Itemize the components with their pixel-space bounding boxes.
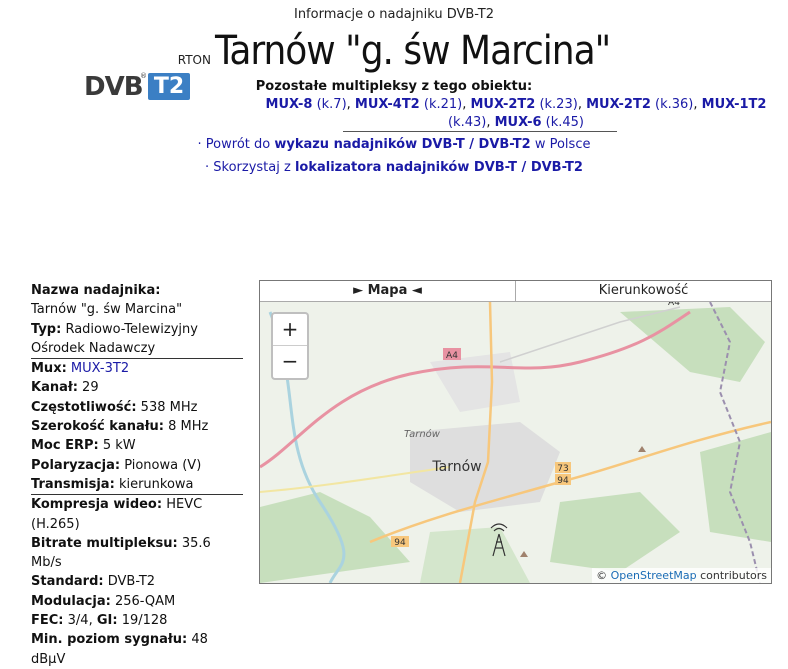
road-label-94b: 94 [394, 538, 406, 548]
transmitter-locator-link[interactable]: lokalizatora nadajników DVB-T / DVB-T2 [295, 160, 583, 175]
mux-row: Mux: MUX-3T2 [31, 361, 130, 377]
compression-row: Kompresja wideo: HEVC (H.265) [31, 497, 203, 532]
other-muxes-list: MUX-8 (k.7), MUX-4T2 (k.21), MUX-2T2 (k.… [265, 97, 767, 130]
map-zoom-control: + − [271, 312, 309, 380]
locator-line: · Skorzystaj z lokalizatora nadajników D… [205, 160, 583, 175]
map-canvas[interactable]: A4 A4 Tarnów Tarnów 73 94 94 [260, 302, 771, 583]
standard-row: Standard: DVB-T2 [31, 574, 156, 590]
page-title: Tarnów "g. św Marcina" [214, 28, 611, 74]
mux-value-link[interactable]: MUX-3T2 [71, 361, 129, 376]
map-label-city: Tarnów [431, 459, 481, 475]
map-widget: ► Mapa ◄ Kierunkowość A4 A4 Tarnów Tarnó… [259, 280, 772, 584]
transmission-row: Transmisja: kierunkowa [31, 476, 194, 492]
mux-link[interactable]: MUX-4T2 (k.21) [355, 97, 462, 112]
road-label-a4: A4 [446, 351, 458, 361]
map-attribution: © OpenStreetMap contributors [592, 568, 771, 583]
page-subtitle: Informacje o nadajniku DVB-T2 [293, 7, 494, 22]
other-muxes-heading: Pozostałe multipleksy z tego obiektu: [255, 79, 533, 94]
channel-row: Kanał: 29 [31, 380, 99, 396]
tab-map[interactable]: ► Mapa ◄ [260, 281, 516, 301]
type-row: Typ: Radiowo-Telewizyjny Ośrodek Nadawcz… [31, 321, 198, 356]
road-label-73: 73 [557, 464, 568, 474]
min-signal-row: Min. poziom sygnału: 48 dBµV [31, 632, 208, 667]
fec-gi-row: FEC: 3/4, GI: 19/128 [31, 613, 168, 629]
mux-link[interactable]: MUX-2T2 (k.23) [471, 97, 578, 112]
erp-row: Moc ERP: 5 kW [31, 438, 136, 454]
transmitter-type-prefix: RTON [177, 53, 211, 67]
map-tabs: ► Mapa ◄ Kierunkowość [260, 281, 771, 302]
transmitter-list-link[interactable]: wykazu nadajników DVB-T / DVB-T2 [274, 137, 530, 152]
mux-link[interactable]: MUX-6 (k.45) [495, 115, 584, 130]
road-label-a4-2: A4 [668, 302, 680, 308]
zoom-out-button[interactable]: − [273, 346, 307, 377]
page-title-row: RTON Tarnów "g. św Marcina" [0, 28, 788, 74]
frequency-row: Częstotliwość: 538 MHz [31, 399, 198, 415]
polarization-row: Polaryzacja: Pionowa (V) [31, 457, 202, 473]
mux-link[interactable]: MUX-2T2 (k.36) [586, 97, 693, 112]
channel-width-row: Szerokość kanału: 8 MHz [31, 419, 209, 435]
road-label-94a: 94 [557, 476, 569, 486]
mux-link[interactable]: MUX-8 (k.7) [266, 97, 347, 112]
header-divider [343, 131, 617, 132]
map-label-small-city: Tarnów [404, 428, 441, 440]
zoom-in-button[interactable]: + [273, 314, 307, 346]
bitrate-row: Bitrate multipleksu: 35.6 Mb/s [31, 535, 211, 571]
name-label: Nazwa nadajnika: [31, 283, 161, 298]
modulation-row: Modulacja: 256-QAM [31, 593, 176, 609]
tab-directionality[interactable]: Kierunkowość [516, 281, 771, 301]
osm-link[interactable]: OpenStreetMap [611, 569, 697, 582]
name-value: Tarnów "g. św Marcina" [31, 302, 183, 318]
back-to-list-line: · Powrót do wykazu nadajników DVB-T / DV… [197, 137, 591, 152]
